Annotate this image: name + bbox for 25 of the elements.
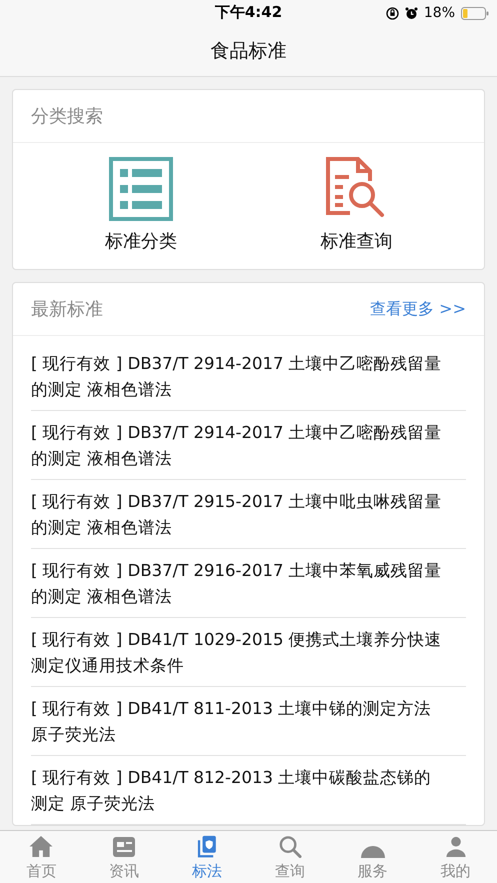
standard-item[interactable]: [ 现行有效 ] DB41/T 1029-2015 便携式土壤养分快速测定仪通用技术条件 <box>31 627 466 679</box>
alarm-icon <box>404 6 418 20</box>
user-icon <box>444 835 468 858</box>
home-icon <box>28 835 54 858</box>
battery-icon <box>461 6 489 20</box>
search-icon <box>278 835 302 858</box>
section-title: 分类搜索 <box>31 105 103 128</box>
list-icon <box>108 157 173 221</box>
standard-item[interactable]: [ 现行有效 ] DB37/T 2914-2017 土壤中乙嘧酚残留量的测定 液相色谱法 <box>31 420 466 472</box>
battery-percent: 18% <box>424 5 455 21</box>
page-title: 食品标准 <box>210 38 286 64</box>
newspaper-icon <box>112 836 136 858</box>
standard-item[interactable]: [ 现行有效 ] DB41/T 812-2013 土壤中碳酸盐态锑的测定 原子荧光法 <box>31 765 466 817</box>
shield-document-icon <box>196 835 218 858</box>
category-button[interactable]: 标准查询 <box>291 157 422 253</box>
section-title: 最新标准 <box>31 298 103 321</box>
rotation-lock-icon <box>386 6 399 20</box>
standard-item[interactable]: [ 现行有效 ] DB37/T 2915-2017 土壤中吡虫啉残留量的测定 液相色谱法 <box>31 489 466 541</box>
tab[interactable]: 标法 <box>166 831 248 883</box>
standard-item[interactable]: [ 现行有效 ] DB41/T 811-2013 土壤中锑的测定方法原子荧光法 <box>31 696 466 748</box>
standard-item[interactable]: [ 现行有效 ] DB37/T 2916-2017 土壤中苯氧威残留量的测定 液相色谱法 <box>31 558 466 610</box>
standard-item[interactable]: [ 现行有效 ] DB37/T 2914-2017 土壤中乙嘧酚残留量的测定 液相色谱法 <box>31 351 466 403</box>
view-more-link[interactable]: 查看更多 >> <box>370 298 466 320</box>
category-button[interactable]: 标准分类 <box>76 157 206 253</box>
status-time: 下午4:42 <box>214 3 282 22</box>
